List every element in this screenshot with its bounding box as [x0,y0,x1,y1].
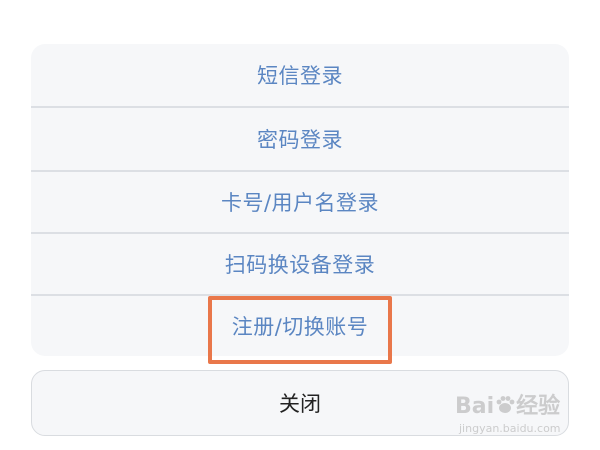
watermark-brand-suffix: 经验 [516,394,561,419]
page: 短信登录 密码登录 卡号/用户名登录 扫码换设备登录 注册/切换账号 关闭 Ba… [0,0,600,450]
watermark-site: jingyan.baidu.com [459,422,561,435]
password-login-option[interactable]: 密码登录 [31,108,569,170]
register-switch-account-option[interactable]: 注册/切换账号 [31,296,569,356]
paw-icon [496,396,515,413]
login-options-sheet: 短信登录 密码登录 卡号/用户名登录 扫码换设备登录 注册/切换账号 [31,44,569,356]
card-username-login-option[interactable]: 卡号/用户名登录 [31,172,569,232]
baidu-jingyan-watermark: Bai 经验 jingyan.baidu.com [455,388,595,444]
sms-login-option[interactable]: 短信登录 [31,44,569,106]
watermark-brand-prefix: Bai [455,394,495,419]
scan-device-login-option[interactable]: 扫码换设备登录 [31,234,569,294]
watermark-brand: Bai 经验 [455,388,560,420]
